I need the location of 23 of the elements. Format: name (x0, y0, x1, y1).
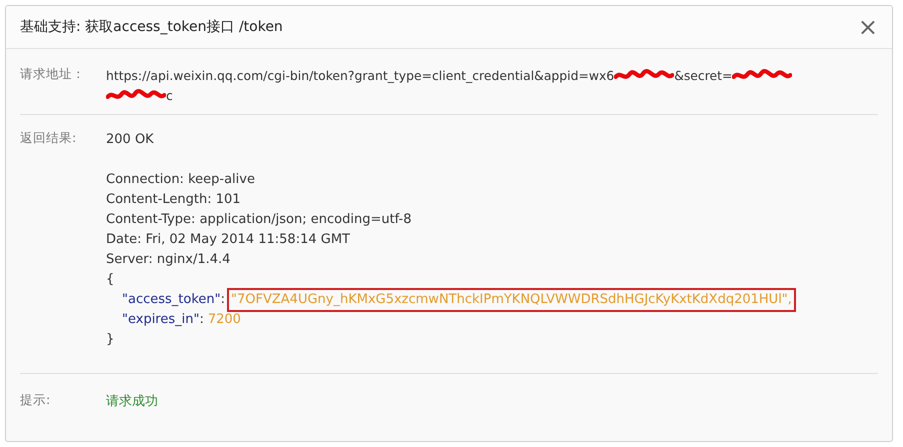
header-line: Content-Type: application/json; encoding=utf-8 (106, 211, 412, 229)
json-key: "access_token" (122, 290, 221, 310)
json-brace: } (106, 332, 114, 347)
url-text: c (166, 87, 173, 105)
json-brace: { (106, 272, 114, 287)
field-label: 请求地址： (20, 66, 86, 83)
json-colon: : (220, 291, 226, 309)
header-line: Date: Fri, 02 May 2014 11:58:14 GMT (106, 231, 351, 249)
header-line: Server: nginx/1.4.4 (106, 251, 232, 269)
success-message: 请求成功 (106, 394, 158, 409)
status-text: 200 OK (106, 131, 155, 149)
json-colon: : (199, 311, 204, 329)
url-text: https://api.weixin.qq.com/cgi-bin/token?grant_type=client_credential&appid=wx6 (106, 67, 614, 85)
field-label: 提示: (20, 392, 52, 409)
header-line: Content-Length: 101 (106, 191, 242, 209)
close-button[interactable]: × (858, 15, 878, 39)
json-value: "7OFVZA4UGny_hKMxG5xzcmwNThckIPmYKNQLVWWDRSdhHGJcKyKxtKdXdq201HUl", (229, 290, 794, 310)
json-value: 7200 (208, 311, 241, 329)
dialog-title: 基础支持: 获取access_token接口 /token (20, 18, 283, 36)
url-text: &secret= (674, 67, 732, 85)
field-label: 返回结果: (20, 130, 78, 147)
json-key: "expires_in" (122, 310, 200, 330)
header-line: Connection: keep-alive (106, 171, 256, 189)
